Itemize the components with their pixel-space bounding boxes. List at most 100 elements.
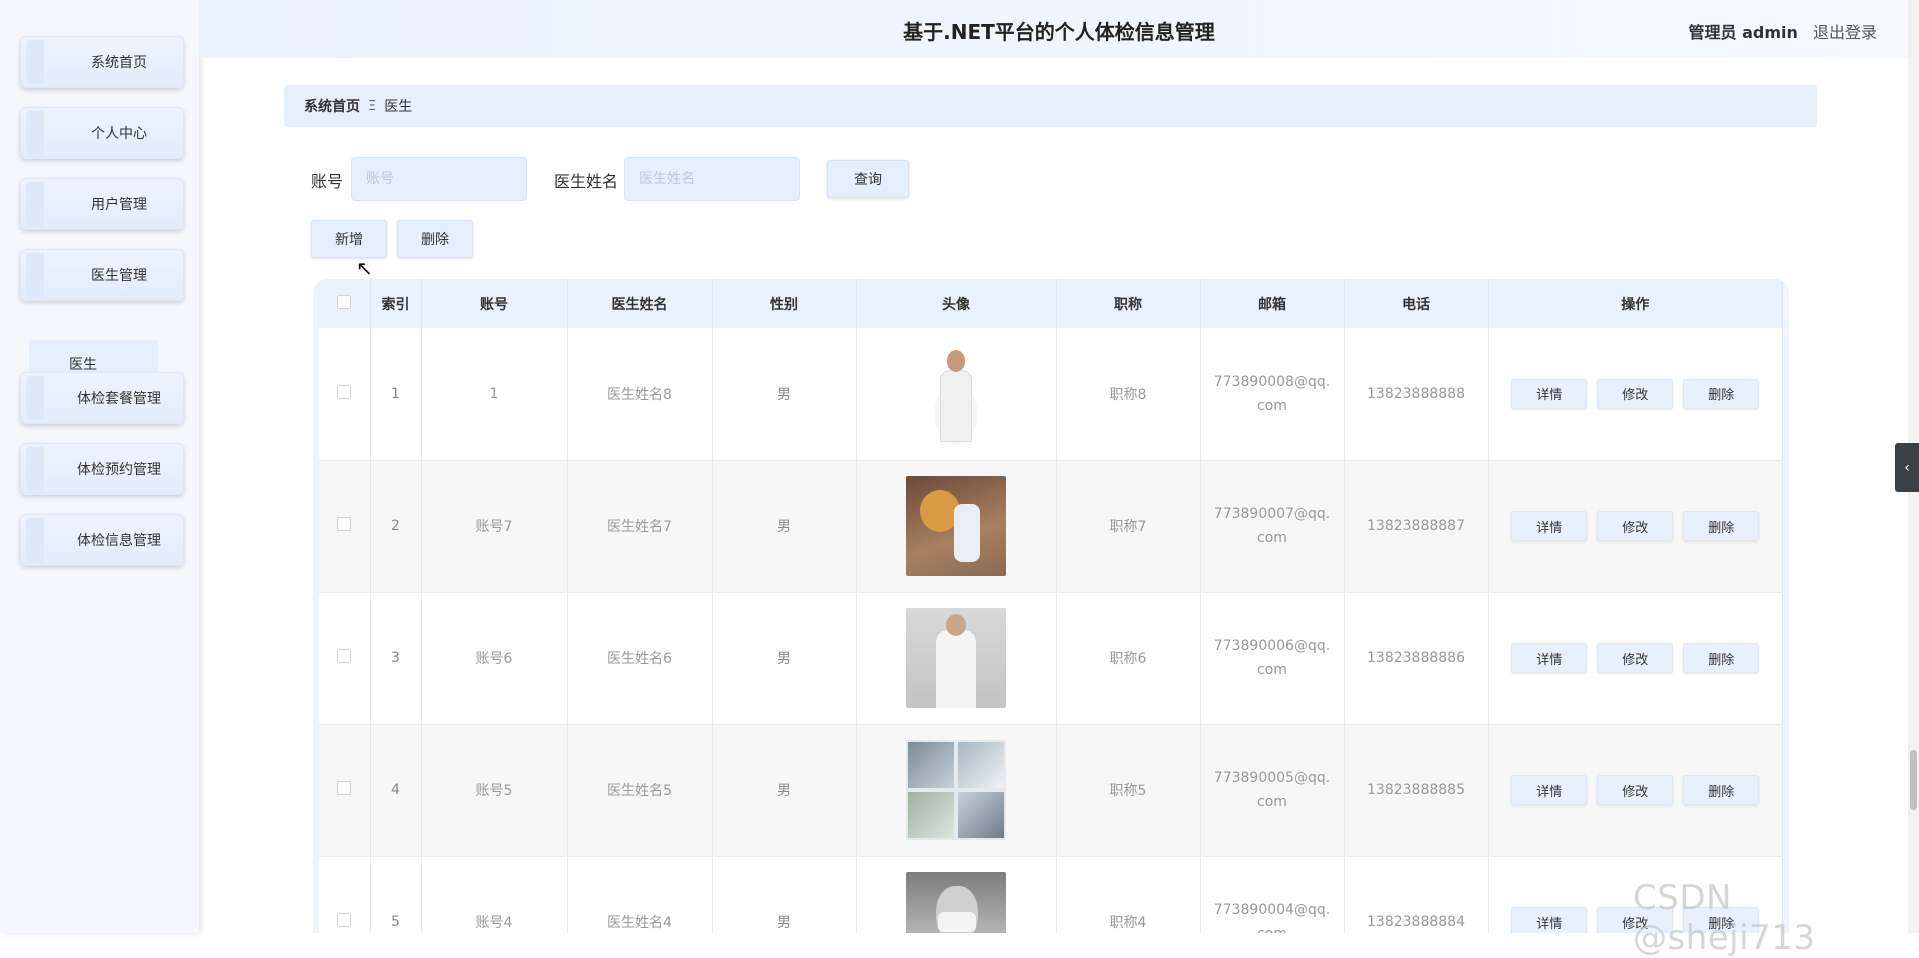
doctor-name-search-input[interactable] [624, 157, 800, 201]
chevron-left-icon[interactable]: ‹ [1895, 443, 1919, 492]
column-header: 操作 [1488, 279, 1783, 328]
sidebar-item-label: 用户管理 [91, 197, 147, 213]
operations-cell: 详情 修改 删除 [1488, 592, 1783, 725]
row-select-cell [319, 592, 371, 725]
row-select-cell [319, 856, 371, 933]
email-cell: 773890008@qq.com [1200, 328, 1345, 461]
top-header: 基于.NET平台的个人体检信息管理 管理员 admin 退出登录 [199, 0, 1919, 58]
avatar-cell [856, 856, 1057, 933]
select-all-cell[interactable] [319, 279, 371, 328]
table-row: 2 账号7 医生姓名7 男 职称7 773890007@qq.com 13823… [319, 460, 1783, 593]
sidebar: 系统首页 个人中心 用户管理 医生管理 医生 体检套餐管理 体检预约管理 体检信… [0, 0, 199, 933]
logout-link[interactable]: 退出登录 [1813, 23, 1877, 42]
detail-button[interactable]: 详情 [1511, 511, 1588, 541]
column-header: 电话 [1344, 279, 1489, 328]
operations-cell: 详情 修改 删除 [1488, 328, 1783, 461]
avatar [906, 740, 1006, 840]
breadcrumb-home[interactable]: 系统首页 [304, 96, 360, 116]
column-header: 医生姓名 [567, 279, 713, 328]
row-checkbox[interactable] [337, 384, 352, 399]
account-search-input[interactable] [351, 157, 527, 201]
phone-cell: 13823888885 [1344, 724, 1489, 857]
doctor-name-cell: 医生姓名7 [567, 460, 713, 593]
gender-cell: 男 [712, 856, 857, 933]
doctor-name-cell: 医生姓名6 [567, 592, 713, 725]
index-cell: 2 [370, 460, 422, 593]
sidebar-item-package-management[interactable]: 体检套餐管理 [20, 372, 184, 424]
sidebar-item-home[interactable]: 系统首页 [20, 36, 184, 88]
avatar [906, 872, 1006, 933]
edit-button[interactable]: 修改 [1597, 378, 1674, 409]
index-cell: 3 [370, 592, 422, 725]
email-cell: 773890004@qq.com [1200, 856, 1345, 933]
avatar [906, 476, 1006, 576]
email-cell: 773890005@qq.com [1200, 724, 1345, 857]
edit-button[interactable]: 修改 [1597, 643, 1674, 673]
index-cell: 1 [370, 328, 422, 461]
column-header: 索引 [370, 279, 422, 328]
sidebar-item-checkup-info-management[interactable]: 体检信息管理 [20, 514, 184, 566]
row-select-cell [319, 724, 371, 857]
page-title: 基于.NET平台的个人体检信息管理 [903, 20, 1215, 44]
sidebar-item-label: 医生管理 [91, 268, 147, 284]
gender-cell: 男 [712, 328, 857, 461]
row-checkbox[interactable] [337, 649, 352, 663]
add-button[interactable]: 新增 [311, 220, 387, 258]
doctor-name-cell: 医生姓名5 [567, 724, 713, 857]
sidebar-item-personal-center[interactable]: 个人中心 [20, 107, 184, 159]
sidebar-item-doctor-management[interactable]: 医生管理 [20, 249, 184, 301]
watermark: CSDN @sheji713 [1633, 878, 1816, 958]
phone-cell: 13823888887 [1344, 460, 1489, 593]
row-checkbox[interactable] [337, 781, 352, 795]
operations-cell: 详情 修改 删除 [1488, 724, 1783, 857]
operations-cell: 详情 修改 删除 [1488, 460, 1783, 593]
account-cell: 账号5 [421, 724, 568, 857]
title-cell: 职称4 [1056, 856, 1201, 933]
detail-button[interactable]: 详情 [1511, 643, 1588, 673]
detail-button[interactable]: 详情 [1511, 775, 1588, 805]
sidebar-item-label: 系统首页 [91, 55, 147, 71]
account-cell: 账号7 [421, 460, 568, 593]
table-row: 3 账号6 医生姓名6 男 职称6 773890006@qq.com 13823… [319, 592, 1783, 725]
index-cell: 4 [370, 724, 422, 857]
detail-button[interactable]: 详情 [1511, 907, 1588, 933]
avatar [906, 343, 1006, 444]
delete-button[interactable]: 删除 [1683, 643, 1760, 673]
row-checkbox[interactable] [337, 517, 352, 531]
select-all-checkbox[interactable] [337, 294, 352, 309]
breadcrumb-current: 医生 [384, 99, 413, 115]
phone-cell: 13823888884 [1344, 856, 1489, 933]
scrollbar-thumb[interactable] [1910, 750, 1917, 810]
title-cell: 职称7 [1056, 460, 1201, 593]
batch-delete-button[interactable]: 删除 [397, 220, 473, 258]
edit-button[interactable]: 修改 [1597, 775, 1674, 805]
detail-button[interactable]: 详情 [1511, 378, 1588, 409]
admin-label: 管理员 admin [1688, 23, 1798, 42]
title-cell: 职称6 [1056, 592, 1201, 725]
gender-cell: 男 [712, 592, 857, 725]
breadcrumb: 系统首页 Ξ 医生 [284, 85, 1817, 127]
doctor-name-label: 医生姓名 [554, 172, 619, 191]
user-area: 管理员 admin 退出登录 [1689, 19, 1877, 43]
doctor-name-cell: 医生姓名8 [567, 328, 713, 461]
sidebar-item-appointment-management[interactable]: 体检预约管理 [20, 443, 184, 495]
edit-button[interactable]: 修改 [1597, 511, 1674, 541]
sidebar-item-label: 个人中心 [91, 126, 147, 142]
title-cell: 职称5 [1056, 724, 1201, 857]
query-button[interactable]: 查询 [827, 160, 909, 198]
column-header: 性别 [712, 279, 857, 328]
avatar-cell [856, 724, 1057, 857]
sidebar-item-user-management[interactable]: 用户管理 [20, 178, 184, 230]
delete-button[interactable]: 删除 [1683, 511, 1760, 541]
account-cell: 账号4 [421, 856, 568, 933]
delete-button[interactable]: 删除 [1683, 378, 1760, 409]
account-cell: 账号6 [421, 592, 568, 725]
doctor-name-cell: 医生姓名4 [567, 856, 713, 933]
column-header: 账号 [421, 279, 568, 328]
breadcrumb-separator-icon: Ξ [368, 98, 377, 114]
table-row: 1 1 医生姓名8 男 职称8 773890008@qq.com 1382388… [319, 328, 1783, 461]
delete-button[interactable]: 删除 [1683, 775, 1760, 805]
sidebar-item-label: 体检预约管理 [77, 462, 161, 478]
column-header: 头像 [856, 279, 1057, 328]
row-checkbox[interactable] [337, 913, 352, 927]
